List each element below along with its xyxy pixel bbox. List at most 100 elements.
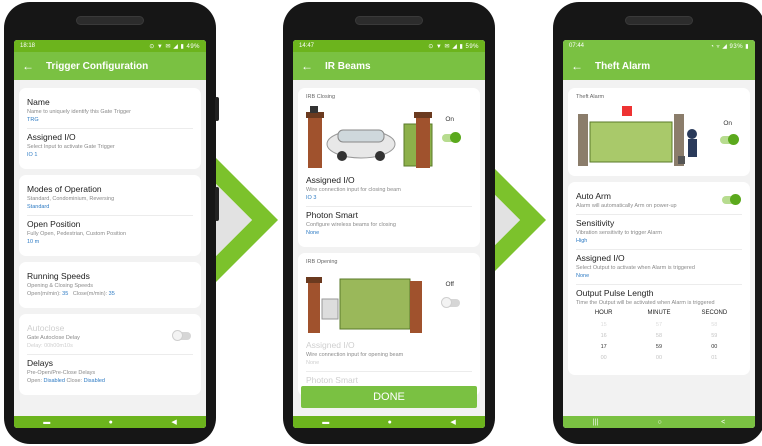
hour-header: HOUR [594, 310, 613, 316]
time-cell[interactable]: 57 [631, 320, 686, 331]
setting-closing-assigned-io[interactable]: Assigned I/O Wire connection input for c… [306, 172, 472, 207]
setting-title: Assigned I/O [27, 132, 76, 142]
setting-value: IO 3 [306, 195, 317, 201]
toggle-knob [172, 330, 183, 341]
setting-title: Assigned I/O [576, 253, 625, 263]
phone-theft-alarm: 07:44 ◔ ▿ ◢ 93% ▮ ← Theft Alarm Theft Al… [553, 2, 762, 444]
home-icon[interactable]: ○ [658, 419, 662, 426]
speaker-grille [625, 16, 693, 25]
setting-value: None [576, 273, 590, 279]
done-button[interactable]: DONE [301, 386, 477, 408]
time-cell[interactable]: 00 [576, 353, 631, 364]
setting-subtitle: Standard, Condominium, Reversing [27, 196, 115, 202]
setting-assigned-io[interactable]: Assigned I/O Select Input to activate Ga… [27, 129, 193, 163]
stage: 18:18 ⊙ ▼ ✉ ◢ ▮ 49% ← Trigger Configurat… [0, 0, 762, 446]
card-irb-closing: IRB Closing On Assigned I/O Wire connect… [298, 88, 480, 247]
time-cell[interactable]: 58 [687, 320, 742, 331]
time-cell[interactable]: 15 [576, 320, 631, 331]
card-alarm-settings: Auto Arm Alarm will automatically Arm on… [568, 182, 750, 375]
toggle-knob [728, 134, 739, 145]
arrow-right-icon [210, 152, 278, 288]
time-picker[interactable]: HOUR MINUTE SECOND 15 57 58 16 58 59 17 … [576, 310, 742, 364]
delays-values: Open: Disabled Close: Disabled [27, 378, 193, 384]
status-icons: ◔ ▿ ◢ 93% ▮ [710, 43, 749, 50]
close-speed-value: 35 [108, 291, 115, 297]
time-cell-selected[interactable]: 17 [576, 342, 631, 353]
setting-running-speeds[interactable]: Running Speeds Opening & Closing Speeds … [27, 268, 193, 302]
home-icon[interactable]: ● [388, 419, 392, 426]
section-label: IRB Closing [306, 94, 336, 100]
irb-closing-toggle[interactable] [442, 132, 461, 143]
system-nav-bar: ▬ ● ◀ [14, 416, 206, 428]
gate-image [306, 277, 422, 333]
setting-opening-assigned-io[interactable]: Assigned I/O Wire connection input for o… [306, 337, 472, 372]
recent-apps-icon[interactable]: ||| [593, 419, 598, 426]
status-time: 07:44 [569, 43, 585, 49]
screen: 14:47 ⊙ ▼ ✉ ◢ ▮ 59% ← IR Beams IRB Closi… [293, 40, 485, 428]
irb-opening-toggle[interactable] [441, 297, 460, 308]
setting-name[interactable]: Name Name to uniquely identify this Gate… [27, 94, 193, 129]
setting-value: TRG [27, 117, 39, 123]
time-cell[interactable]: 16 [576, 331, 631, 342]
setting-photon-smart[interactable]: Photon Smart Configure wireless beams fo… [306, 207, 472, 241]
settings-list: IRB Closing On Assigned I/O Wire connect… [293, 80, 485, 416]
settings-list: Name Name to uniquely identify this Gate… [14, 80, 206, 416]
time-cell[interactable]: 58 [631, 331, 686, 342]
status-icons: ⊙ ▼ ✉ ◢ ▮ 59% [428, 43, 479, 50]
status-time: 14:47 [299, 43, 315, 49]
recent-apps-icon[interactable]: ▬ [322, 419, 329, 426]
speaker-grille [355, 16, 423, 25]
back-icon[interactable]: ◀ [171, 418, 176, 426]
open-speed-label: Open(m/min): [27, 291, 61, 297]
setting-open-position[interactable]: Open Position Fully Open, Pedestrian, Cu… [27, 216, 193, 250]
setting-delays[interactable]: Delays Pre-Open/Pre-Close Delays Open: D… [27, 355, 193, 389]
theft-alarm-toggle[interactable] [720, 134, 739, 145]
time-cell[interactable]: 59 [687, 331, 742, 342]
time-cell-selected[interactable]: 59 [631, 342, 686, 353]
setting-subtitle: Fully Open, Pedestrian, Custom Position [27, 231, 127, 237]
phone-trigger-configuration: 18:18 ⊙ ▼ ✉ ◢ ▮ 49% ← Trigger Configurat… [4, 2, 219, 444]
back-arrow-icon[interactable]: ← [22, 59, 46, 73]
screen: 07:44 ◔ ▿ ◢ 93% ▮ ← Theft Alarm Theft Al… [563, 40, 755, 428]
power-button [215, 187, 219, 221]
setting-subtitle: Name to uniquely identify this Gate Trig… [27, 109, 131, 115]
toggle-knob [441, 297, 452, 308]
setting-subtitle: Opening & Closing Speeds [27, 283, 94, 289]
toggle-knob [450, 132, 461, 143]
setting-auto-arm[interactable]: Auto Arm Alarm will automatically Arm on… [576, 188, 742, 215]
status-time: 18:18 [20, 43, 36, 49]
time-cell[interactable]: 01 [687, 353, 742, 364]
setting-title: Name [27, 97, 50, 107]
setting-value: None [306, 360, 320, 366]
auto-arm-toggle[interactable] [722, 194, 741, 205]
recent-apps-icon[interactable]: ▬ [43, 419, 50, 426]
settings-list: Theft Alarm On Auto Arm Alarm will autom… [563, 80, 755, 416]
gate-closing-illustration: On [306, 104, 472, 172]
back-icon[interactable]: ◀ [450, 418, 455, 426]
card-identity: Name Name to uniquely identify this Gate… [19, 88, 201, 169]
home-icon[interactable]: ● [109, 419, 113, 426]
back-arrow-icon[interactable]: ← [571, 59, 595, 73]
setting-assigned-io[interactable]: Assigned I/O Select Output to activate w… [576, 250, 742, 285]
setting-modes-of-operation[interactable]: Modes of Operation Standard, Condominium… [27, 181, 193, 216]
setting-output-pulse-length[interactable]: Output Pulse Length Time the Output will… [576, 285, 742, 369]
setting-subtitle: Time the Output will be activated when A… [576, 300, 715, 306]
setting-subtitle: Vibration sensitivity to trigger Alarm [576, 230, 662, 236]
minute-header: MINUTE [647, 310, 671, 316]
open-speed-value: 35 [62, 291, 69, 297]
autoclose-toggle[interactable] [172, 330, 191, 341]
app-toolbar: ← IR Beams [293, 52, 485, 80]
setting-autoclose[interactable]: Autoclose Gate Autoclose Delay Delay: 00… [27, 320, 193, 355]
gate-thief-image [578, 106, 697, 166]
status-icons: ⊙ ▼ ✉ ◢ ▮ 49% [149, 43, 200, 50]
setting-title: Output Pulse Length [576, 288, 654, 298]
time-cell[interactable]: 00 [631, 353, 686, 364]
setting-sensitivity[interactable]: Sensitivity Vibration sensitivity to tri… [576, 215, 742, 250]
theft-alarm-illustration: On [576, 104, 742, 170]
back-arrow-icon[interactable]: ← [301, 59, 325, 73]
back-icon[interactable]: < [721, 419, 725, 426]
setting-subtitle: Wire connection input for closing beam [306, 187, 401, 193]
setting-value: IO 1 [27, 152, 38, 158]
setting-value: 10 m [27, 239, 40, 245]
time-cell-selected[interactable]: 00 [687, 342, 742, 353]
